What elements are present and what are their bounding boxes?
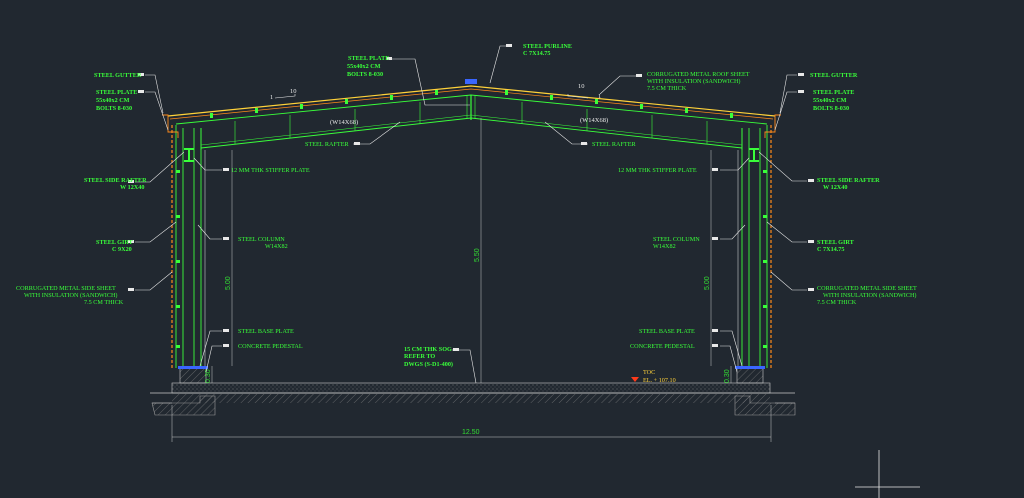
label-steel-girt-right-1: STEEL GIRT — [817, 239, 855, 246]
label-ridge-plate-1: STEEL PLATE — [348, 55, 389, 62]
label-steel-plate-left-2: 55x40x2 CM — [96, 97, 130, 104]
label-column-left-1: STEEL COLUMN — [238, 236, 285, 243]
label-rafter-right: STEEL RAFTER — [592, 141, 636, 148]
pedestal-right-body — [736, 367, 764, 384]
label-steel-plate-left-1: STEEL PLATE — [96, 89, 137, 96]
roof-frame — [162, 85, 781, 150]
base-plate-right-shape — [735, 366, 765, 369]
ucs-crosshair-icon[interactable] — [855, 450, 920, 498]
dim-span: 12.50 — [462, 429, 480, 436]
cad-drawing-canvas[interactable]: 10 1 10 1 (W14X68) (W14X68) 5.00 5.00 5.… — [0, 0, 1024, 498]
label-slab-2: REFER TO — [404, 353, 435, 360]
toc-elevation: EL. + 107.10 — [643, 377, 676, 384]
slab-on-grade — [171, 382, 771, 394]
rafter-right-designation: (W14X68) — [580, 117, 608, 124]
label-purline-1: STEEL PURLINE — [523, 43, 572, 50]
label-stiffener-right: 12 MM THK STIFFER PLATE — [618, 167, 697, 174]
label-side-sheet-right-1: CORRUGATED METAL SIDE SHEET — [817, 285, 917, 292]
label-stiffener-left: 12 MM THK STIFFER PLATE — [231, 167, 310, 174]
pedestal-left-body — [179, 367, 207, 384]
toc-label: TOC — [643, 369, 655, 376]
label-pedestal-right: CONCRETE PEDESTAL — [630, 343, 695, 350]
base-plate-left-shape — [178, 366, 208, 369]
slope-left-run: 10 — [290, 88, 297, 95]
label-ridge-plate-2: 55x40x2 CM — [347, 63, 381, 70]
label-side-sheet-right-2: WITH INSULATION (SANDWICH) — [823, 292, 916, 299]
dim-column-left: 5.00 — [225, 276, 232, 290]
dim-ridge-height: 5.50 — [474, 248, 481, 262]
label-roof-sheet-2: WITH INSULATION (SANDWICH) — [647, 78, 740, 85]
label-steel-plate-left-3: BOLTS 8-030 — [96, 105, 132, 112]
label-base-plate-left: STEEL BASE PLATE — [238, 328, 294, 335]
label-side-sheet-right-3: 7.5 CM THICK — [817, 299, 857, 306]
side-rafter-left-section — [184, 148, 194, 162]
label-steel-girt-right-2: C 7X14.75 — [817, 246, 845, 253]
label-steel-plate-right-1: STEEL PLATE — [813, 89, 854, 96]
label-column-left-2: W14X82 — [265, 243, 288, 250]
side-rafter-right-section — [749, 148, 759, 162]
label-side-rafter-right-1: STEEL SIDE RAFTER — [817, 177, 880, 184]
label-column-right-2: W14X82 — [653, 243, 676, 250]
label-base-plate-right: STEEL BASE PLATE — [639, 328, 695, 335]
label-slab-1: 15 CM THK SOG — [404, 346, 452, 353]
label-column-right-1: STEEL COLUMN — [653, 236, 700, 243]
label-slab-3: DWGS (S-D1-400) — [404, 361, 453, 368]
label-rafter-left: STEEL RAFTER — [305, 141, 349, 148]
rafter-left-designation: (W14X68) — [330, 119, 358, 126]
slope-left-rise: 1 — [270, 94, 273, 101]
label-pedestal-left: CONCRETE PEDESTAL — [238, 343, 303, 350]
toc-marker-icon — [631, 377, 639, 382]
label-side-sheet-left-3: 7.5 CM THICK — [84, 299, 124, 306]
label-roof-sheet-3: 7.5 CM THICK — [647, 85, 687, 92]
label-side-sheet-left-1: CORRUGATED METAL SIDE SHEET — [16, 285, 116, 292]
label-ridge-plate-3: BOLTS 8-030 — [347, 71, 383, 78]
label-steel-plate-right-2: 55x40x2 CM — [813, 97, 847, 104]
label-purline-2: C 7X14.75 — [523, 50, 551, 57]
label-steel-girt-left-2: C 9X20 — [112, 246, 132, 253]
foundation — [150, 366, 796, 416]
slope-right-rise: 1 — [598, 93, 601, 100]
label-steel-plate-right-3: BOLTS 8-030 — [813, 105, 849, 112]
label-roof-sheet-1: CORRUGATED METAL ROOF SHEET — [647, 71, 750, 78]
label-steel-gutter-left: STEEL GUTTER — [94, 72, 142, 79]
label-side-rafter-left-2: W 12X40 — [120, 184, 144, 191]
label-side-rafter-right-2: W 12X40 — [823, 184, 847, 191]
label-steel-gutter-right: STEEL GUTTER — [810, 72, 858, 79]
label-side-rafter-left-1: STEEL SIDE RAFTER — [84, 177, 147, 184]
dim-column-right: 5.00 — [704, 276, 711, 290]
girts — [176, 170, 767, 348]
rafter-bottom-flange — [200, 117, 743, 149]
dim-pedestal-right: 0.30 — [724, 369, 731, 383]
label-side-sheet-left-2: WITH INSULATION (SANDWICH) — [24, 292, 117, 299]
label-steel-girt-left-1: STEEL GIRT — [96, 239, 134, 246]
ground-hatch — [172, 394, 770, 403]
slope-right-run: 10 — [578, 83, 585, 90]
